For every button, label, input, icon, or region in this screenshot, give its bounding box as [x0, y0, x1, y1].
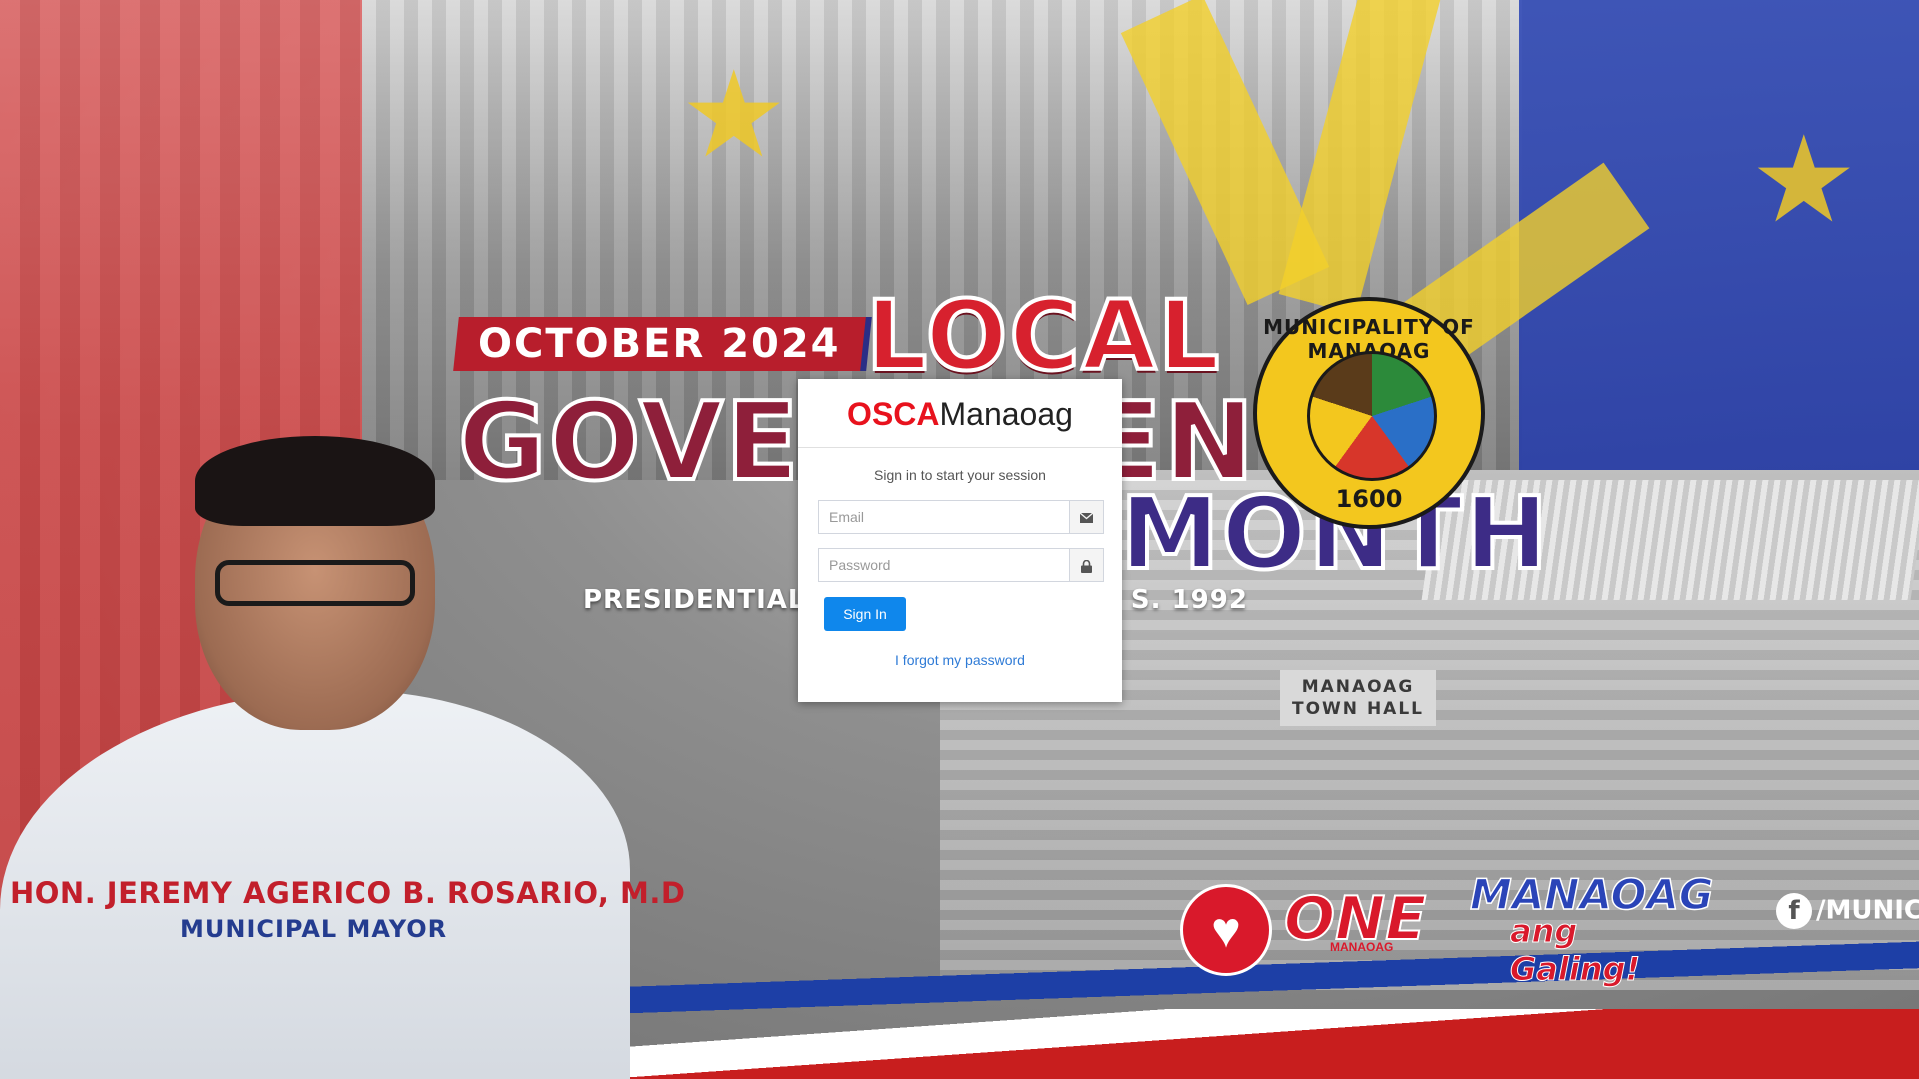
- logo-osca: OSCA: [847, 396, 940, 432]
- one-manaoag-sub: MANAOAG: [1330, 940, 1394, 954]
- envelope-icon: [1070, 500, 1104, 534]
- townhall-sign-line2: TOWN HALL: [1292, 699, 1424, 719]
- mayor-portrait: [0, 436, 630, 1079]
- townhall-sign-line1: MANAOAG: [1301, 677, 1415, 697]
- login-box: OSCAManaoag Sign in to start your sessio…: [798, 379, 1122, 702]
- month-label: OCTOBER 2024: [478, 321, 841, 367]
- facebook-handle-text: /MUNICI: [1816, 895, 1919, 926]
- star-icon: ★: [1750, 113, 1858, 247]
- mayor-name: HON. JEREMY AGERICO B. ROSARIO, M.D: [10, 876, 686, 910]
- password-input[interactable]: [818, 548, 1070, 582]
- password-group: [818, 548, 1104, 582]
- mayor-glasses: [215, 560, 415, 606]
- mayor-hair: [195, 436, 435, 526]
- login-logo: OSCAManaoag: [798, 379, 1122, 448]
- municipal-seal: MUNICIPALITY OF MANAOAG 1600: [1253, 297, 1485, 529]
- heart-logo-icon: ♥: [1180, 884, 1272, 976]
- townhall-sign: MANAOAG TOWN HALL: [1280, 670, 1436, 726]
- month-badge: OCTOBER 2024: [453, 317, 866, 371]
- star-icon: ★: [680, 48, 788, 182]
- facebook-handle: f/MUNICI: [1776, 893, 1919, 929]
- login-form: Sign in to start your session Sign In I …: [798, 467, 1122, 668]
- seal-emblem: [1307, 351, 1437, 481]
- login-message: Sign in to start your session: [874, 467, 1046, 483]
- forgot-password-link[interactable]: I forgot my password: [818, 652, 1102, 668]
- facebook-icon: f: [1776, 893, 1812, 929]
- logo-manaoag: Manaoag: [939, 396, 1073, 432]
- sign-in-button[interactable]: Sign In: [824, 597, 906, 631]
- manaoag-galing-sub: ang Galing!: [1509, 912, 1641, 989]
- email-input[interactable]: [818, 500, 1070, 534]
- proclamation-right: , S. 1992: [1110, 585, 1248, 615]
- seal-year: 1600: [1335, 485, 1403, 513]
- title-local: LOCAL: [864, 278, 1222, 394]
- lock-icon: [1070, 548, 1104, 582]
- email-group: [818, 500, 1104, 534]
- mayor-title: MUNICIPAL MAYOR: [180, 915, 448, 943]
